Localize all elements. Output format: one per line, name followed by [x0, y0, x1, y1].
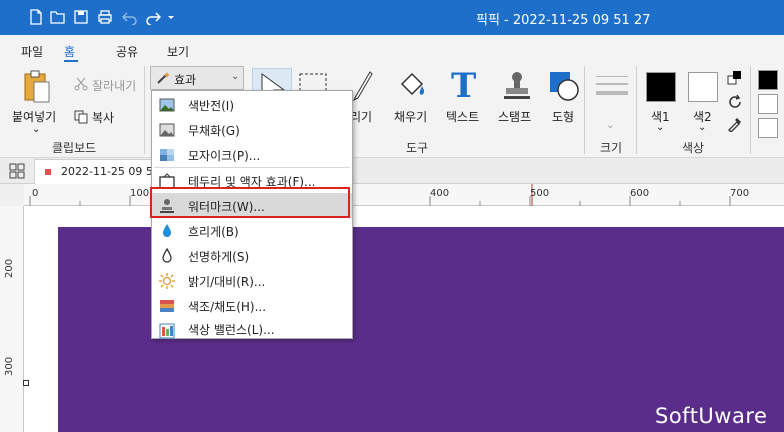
ruler-label: 600: [630, 188, 650, 199]
horizontal-ruler: 0 100 400 500 600 700: [24, 184, 784, 206]
ribbon-separator: [750, 66, 751, 154]
sharpen-icon: [159, 248, 175, 264]
brightness-icon: [159, 273, 175, 289]
ruler-corner: [0, 184, 24, 206]
quick-access-dropdown-icon[interactable]: [166, 9, 176, 25]
ruler-label: 100: [130, 188, 150, 199]
color1-swatch[interactable]: [646, 72, 676, 102]
tool-fill-button[interactable]: 채우기: [394, 108, 427, 125]
line-width-icon[interactable]: [596, 74, 628, 101]
ribbon-separator: [144, 66, 145, 154]
palette-swatch-white[interactable]: [758, 94, 778, 114]
cut-button[interactable]: 잘라내기: [92, 77, 136, 94]
document-tab-strip: 2022-11-25 09 51: [0, 158, 784, 184]
palette-swatch-white-2[interactable]: [758, 118, 778, 138]
document-tab-label: 2022-11-25 09 51: [61, 165, 160, 178]
menu-item-mosaic[interactable]: 모자이크(P)...: [152, 142, 352, 167]
shape-icon[interactable]: [548, 70, 580, 105]
title-bar: 픽픽 - 2022-11-25 09 51 27: [0, 0, 784, 35]
tab-home[interactable]: 홈: [64, 43, 75, 60]
tools-group-label: 도구: [406, 141, 429, 155]
menu-item-invert[interactable]: 색반전(I): [152, 92, 352, 117]
color-group-label: 색상: [682, 141, 705, 155]
ribbon-separator: [584, 66, 585, 154]
copy-icon: [74, 110, 88, 127]
cut-icon: [74, 77, 88, 94]
menu-item-grayscale[interactable]: 무채화(G): [152, 117, 352, 142]
vertical-ruler: 200 300: [0, 206, 24, 432]
pencil-icon[interactable]: [350, 70, 374, 105]
document-tab[interactable]: 2022-11-25 09 51: [34, 159, 160, 184]
ruler-label: 0: [32, 188, 39, 199]
ribbon-separator: [636, 66, 637, 154]
print-icon[interactable]: [97, 9, 113, 25]
ribbon: 붙여넣기 ⌄ 잘라내기 복사 클립보드 효과 ⌄ 리기 채우기 T 텍스트 스탬…: [0, 62, 784, 158]
mosaic-icon: [159, 147, 175, 163]
hue-saturation-icon: [159, 298, 175, 314]
size-dropdown-chevron-icon[interactable]: ⌄: [606, 120, 614, 131]
palette-swatch-black[interactable]: [758, 70, 778, 90]
tool-stamp-button[interactable]: 스탬프: [498, 108, 531, 125]
menu-item-color-balance[interactable]: 색상 밸런스(L)...: [152, 318, 352, 339]
new-file-icon[interactable]: [28, 9, 44, 25]
chevron-down-icon: ⌄: [231, 71, 240, 82]
ruler-label: 300: [4, 356, 15, 376]
eyedropper-icon[interactable]: [727, 116, 743, 135]
menu-item-brightness[interactable]: 밝기/대비(R)...: [152, 268, 352, 293]
fill-bucket-icon[interactable]: [396, 70, 428, 105]
text-tool-icon[interactable]: T: [451, 66, 476, 106]
tab-view[interactable]: 보기: [167, 43, 189, 60]
undo-icon[interactable]: [122, 9, 138, 25]
invert-icon: [159, 97, 175, 113]
effects-button[interactable]: 효과 ⌄: [150, 66, 244, 90]
redo-icon[interactable]: [145, 9, 161, 25]
ruler-label: 400: [430, 188, 450, 199]
copy-button[interactable]: 복사: [92, 109, 114, 126]
tool-shape-button[interactable]: 도형: [552, 108, 574, 125]
save-icon[interactable]: [73, 9, 89, 25]
paste-dropdown-chevron-icon[interactable]: ⌄: [32, 124, 40, 135]
document-tab-icon: [45, 169, 51, 175]
open-folder-icon[interactable]: [50, 9, 66, 25]
highlight-annotation-box: [150, 187, 350, 218]
tab-share[interactable]: 공유: [116, 43, 138, 60]
menu-item-blur[interactable]: 흐리게(B): [152, 218, 352, 243]
size-group-label: 크기: [600, 141, 623, 155]
blur-icon: [159, 223, 175, 239]
ruler-label: 500: [530, 188, 550, 199]
stamp-icon[interactable]: [502, 70, 532, 105]
color2-swatch[interactable]: [688, 72, 718, 102]
ruler-label: 700: [730, 188, 750, 199]
tab-file[interactable]: 파일: [21, 43, 43, 60]
grayscale-icon: [159, 122, 175, 138]
paste-button[interactable]: 붙여넣기: [12, 108, 56, 125]
tool-text-button[interactable]: 텍스트: [446, 108, 479, 125]
tool-draw-button[interactable]: 리기: [350, 108, 372, 125]
color-balance-icon: [159, 323, 175, 339]
paste-icon[interactable]: [22, 70, 52, 107]
effects-label: 효과: [174, 73, 197, 87]
resize-handle[interactable]: [23, 380, 29, 386]
effects-wand-icon: [156, 71, 170, 88]
color2-chevron-icon[interactable]: ⌄: [698, 122, 706, 133]
clipboard-group-label: 클립보드: [52, 141, 97, 155]
menu-item-hue-saturation[interactable]: 색조/채도(H)...: [152, 293, 352, 318]
swap-colors-icon[interactable]: [727, 70, 743, 89]
menu-bar: 파일 홈 공유 보기: [0, 35, 784, 65]
menu-item-sharpen[interactable]: 선명하게(S): [152, 243, 352, 268]
ruler-label: 200: [4, 258, 15, 278]
refresh-icon[interactable]: [727, 94, 743, 113]
grid-view-icon[interactable]: [9, 163, 25, 182]
window-title: 픽픽 - 2022-11-25 09 51 27: [476, 13, 651, 28]
watermark-text: SoftUware: [655, 404, 768, 428]
color1-chevron-icon[interactable]: ⌄: [656, 122, 664, 133]
